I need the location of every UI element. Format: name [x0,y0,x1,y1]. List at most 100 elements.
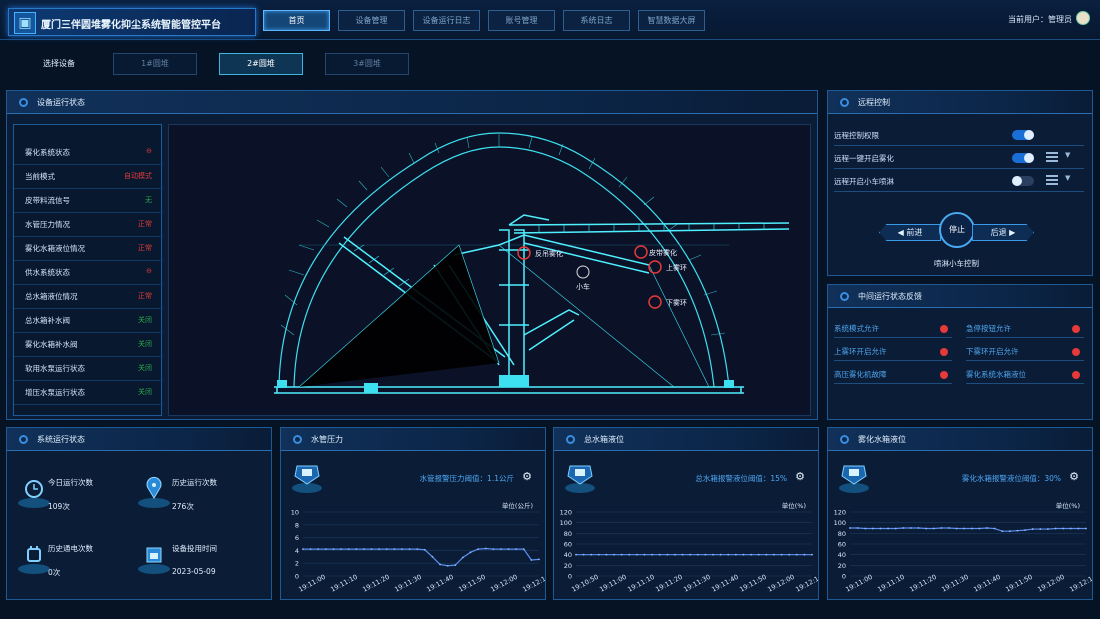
stockyard-diagram: 反吊雾化 皮带雾化 上雾环 下雾环 小车 [168,124,811,416]
device-status-header: 设备运行状态 [7,91,817,114]
water-pressure-panel: 水管压力 水管报警压力阈值：1.1公斤 ⚙ 单位(公斤) 0 2 4 6 8 10 19:1… [280,427,546,600]
data-point [522,548,525,551]
data-point [795,553,798,556]
alarm-dot-icon [940,325,948,333]
spray-tank-threshold: 雾化水箱报警液位阈值：30% [961,474,1061,483]
data-point [970,527,973,530]
data-point [910,527,912,529]
feedback-item: 系统模式允许 [834,320,952,338]
status-row: 总水箱液位情况 正常 [14,285,163,309]
commission-date-label: 设备投用时间 [172,544,217,553]
data-point [309,548,312,551]
data-point [750,553,752,556]
alarm-dot-icon [1072,348,1080,356]
status-row-label: 当前模式 [25,172,55,181]
y-tick-label: 40 [838,551,846,559]
data-point [704,553,707,556]
menu-icon[interactable] [1046,175,1058,185]
nav-home[interactable]: 首页 [263,10,330,31]
data-point [370,548,373,551]
y-tick-label: 100 [834,519,846,527]
feedback-item: 急停按钮允许 [966,320,1084,338]
remote-control-title: 远程控制 [858,98,890,107]
total-tank-header: 总水箱液位 [554,428,818,451]
lower-ring-indicator[interactable] [648,295,662,309]
remote-permission-row: 远程控制权限 [834,125,1084,146]
spray-tank-title: 雾化水箱液位 [858,435,906,444]
device-option-2[interactable]: 2#圆堆 [219,53,303,75]
back-button[interactable]: 后退 ▶ [972,224,1034,241]
remote-spray-label: 远程一键开启雾化 [834,154,894,163]
right-spray-indicator[interactable] [634,245,648,259]
remote-cart-toggle[interactable] [1012,176,1034,186]
water-tank-icon [289,458,325,496]
data-point [355,548,358,551]
history-runs-value: 276次 [172,502,194,511]
y-tick-label: 0 [842,573,846,581]
y-tick-label: 0 [568,573,572,581]
data-point [461,556,464,559]
y-tick-label: 60 [564,541,572,549]
device-option-3[interactable]: 3#圆堆 [325,53,409,75]
water-tank-icon [562,458,598,496]
data-point [773,553,775,556]
status-row-label: 总水箱液位情况 [25,292,78,301]
system-stats-title: 系统运行状态 [37,435,85,444]
status-row: 皮带料流信号 无 [14,189,163,213]
gear-icon[interactable]: ⚙ [522,470,532,483]
user-avatar[interactable] [1076,11,1090,25]
menu-icon[interactable] [1046,152,1058,162]
panel-dot-icon [840,435,849,444]
total-tank-title: 总水箱液位 [584,435,624,444]
upper-ring-label: 上雾环 [666,263,687,272]
today-runs-label: 今日运行次数 [48,478,93,487]
chevron-down-icon[interactable]: ▼ [1065,174,1070,182]
data-point [902,527,905,529]
series-line [850,527,1086,532]
nav-system-log[interactable]: 系统日志 [563,10,630,31]
y-tick-label: 10 [291,509,299,517]
upper-ring-indicator[interactable] [648,260,662,274]
current-user-label: 当前用户：管理员 [1008,15,1072,24]
data-point [864,527,867,530]
data-point [742,553,745,556]
device-option-1[interactable]: 1#圆堆 [113,53,197,75]
status-row: 雾化水箱补水阀 关闭 [14,333,163,357]
chevron-down-icon[interactable]: ▼ [1065,151,1070,159]
y-tick-label: 20 [564,562,572,570]
status-row-value: 关闭 [138,316,152,324]
data-point [696,553,699,556]
status-row-label: 雾化水箱液位情况 [25,244,85,253]
data-point [332,548,335,551]
gear-icon[interactable]: ⚙ [1069,470,1079,483]
remote-cart-label: 远程开启小车喷淋 [834,177,894,186]
status-row-value: ⊖ [146,267,152,275]
data-point [803,553,806,556]
panel-dot-icon [293,435,302,444]
status-row: 雾化系统状态 ⊖ [14,141,163,165]
alarm-dot-icon [1072,325,1080,333]
stop-button[interactable]: 停止 [939,212,975,248]
nav-device-log[interactable]: 设备运行日志 [413,10,480,31]
water-pressure-header: 水管压力 [281,428,545,451]
y-tick-label: 20 [838,562,846,570]
status-row-label: 总水箱补水阀 [25,316,70,325]
remote-permission-toggle[interactable] [1012,130,1034,140]
data-point [363,548,365,551]
remote-spray-toggle[interactable] [1012,153,1034,163]
data-point [811,553,813,556]
nav-account-management[interactable]: 账号管理 [488,10,555,31]
data-point [689,553,692,556]
data-point [940,527,943,529]
device-status-title: 设备运行状态 [37,98,85,107]
cart-indicator[interactable] [576,265,590,279]
nav-device-management[interactable]: 设备管理 [338,10,405,31]
gear-icon[interactable]: ⚙ [795,470,805,483]
status-row-value: 正常 [138,244,152,252]
forward-button[interactable]: ◀ 前进 [879,224,941,241]
data-point [385,548,388,551]
data-point [1039,528,1042,530]
nav-data-screen[interactable]: 智慧数据大屏 [638,10,705,31]
data-point [1024,529,1026,532]
lower-ring-label: 下雾环 [666,299,687,307]
